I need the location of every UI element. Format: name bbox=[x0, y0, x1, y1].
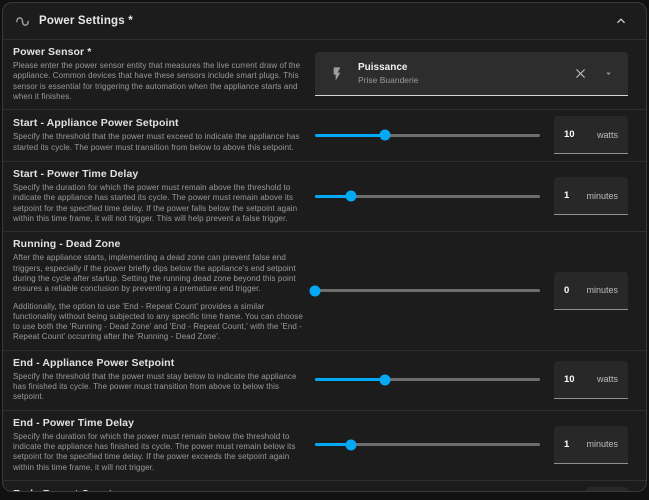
start-power-setpoint-slider[interactable] bbox=[315, 124, 540, 146]
slider-track[interactable] bbox=[315, 378, 540, 381]
slider-track[interactable] bbox=[315, 134, 540, 137]
section-title: Start - Appliance Power Setpoint bbox=[13, 117, 303, 129]
end-time-delay-slider[interactable] bbox=[315, 434, 540, 456]
slider-fill bbox=[315, 134, 385, 137]
section-title: Power Sensor * bbox=[13, 46, 303, 58]
close-icon[interactable] bbox=[572, 65, 589, 82]
slider-thumb[interactable] bbox=[379, 130, 390, 141]
sine-wave-icon bbox=[15, 14, 30, 29]
start-time-delay-slider[interactable] bbox=[315, 185, 540, 207]
slider-thumb[interactable] bbox=[346, 439, 357, 450]
slider-thumb[interactable] bbox=[346, 191, 357, 202]
section-description: Specify the duration for which the power… bbox=[13, 432, 303, 473]
section-end-power-setpoint: End - Appliance Power Setpoint Specify t… bbox=[3, 350, 646, 410]
section-description: Specify the threshold that the power mus… bbox=[13, 132, 303, 153]
value-number: 10 bbox=[564, 129, 575, 140]
running-dead-zone-slider[interactable] bbox=[315, 280, 540, 302]
end-power-setpoint-input[interactable]: 10 watts bbox=[554, 361, 628, 399]
value-number: 0 bbox=[564, 285, 569, 296]
start-time-delay-input[interactable]: 1 minutes bbox=[554, 177, 628, 215]
slider-track[interactable] bbox=[315, 289, 540, 292]
flash-icon bbox=[329, 66, 345, 82]
power-settings-panel: Power Settings * Power Sensor * Please e… bbox=[2, 2, 647, 492]
section-title: End - Repeat Count bbox=[13, 488, 303, 492]
start-power-setpoint-input[interactable]: 10 watts bbox=[554, 116, 628, 154]
section-start-time-delay: Start - Power Time Delay Specify the dur… bbox=[3, 161, 646, 231]
section-title: Running - Dead Zone bbox=[13, 238, 303, 250]
section-description: Specify the duration for which the power… bbox=[13, 183, 303, 224]
section-running-dead-zone: Running - Dead Zone After the appliance … bbox=[3, 231, 646, 349]
value-number: 1 bbox=[564, 190, 569, 201]
section-power-sensor: Power Sensor * Please enter the power se… bbox=[3, 39, 646, 109]
entity-name: Puissance bbox=[358, 62, 418, 73]
value-unit: watts bbox=[597, 374, 618, 384]
expansion-panel-header[interactable]: Power Settings * bbox=[3, 3, 646, 39]
end-repeat-count-input[interactable]: 1 bbox=[586, 487, 628, 492]
running-dead-zone-input[interactable]: 0 minutes bbox=[554, 272, 628, 310]
section-end-time-delay: End - Power Time Delay Specify the durat… bbox=[3, 410, 646, 480]
end-power-setpoint-slider[interactable] bbox=[315, 369, 540, 391]
power-sensor-entity-picker[interactable]: Puissance Prise Buanderie bbox=[315, 52, 628, 96]
section-title: End - Power Time Delay bbox=[13, 417, 303, 429]
value-unit: watts bbox=[597, 130, 618, 140]
section-start-power-setpoint: Start - Appliance Power Setpoint Specify… bbox=[3, 109, 646, 161]
value-number: 1 bbox=[564, 439, 569, 450]
value-unit: minutes bbox=[586, 439, 618, 449]
value-number: 10 bbox=[564, 374, 575, 385]
slider-fill bbox=[315, 378, 385, 381]
entity-secondary: Prise Buanderie bbox=[358, 75, 418, 85]
section-title: End - Appliance Power Setpoint bbox=[13, 357, 303, 369]
section-end-repeat-count: End - Repeat Count The number of times t… bbox=[3, 480, 646, 492]
end-time-delay-input[interactable]: 1 minutes bbox=[554, 426, 628, 464]
caret-down-icon[interactable] bbox=[601, 66, 616, 81]
section-title: Start - Power Time Delay bbox=[13, 168, 303, 180]
slider-thumb[interactable] bbox=[379, 374, 390, 385]
value-unit: minutes bbox=[586, 191, 618, 201]
value-unit: minutes bbox=[586, 285, 618, 295]
panel-title: Power Settings * bbox=[39, 15, 133, 27]
section-description: Please enter the power sensor entity tha… bbox=[13, 61, 303, 102]
slider-thumb[interactable] bbox=[310, 285, 321, 296]
section-description: Specify the threshold that the power mus… bbox=[13, 372, 303, 403]
section-description: After the appliance starts, implementing… bbox=[13, 253, 303, 294]
section-description-2: Additionally, the option to use 'End - R… bbox=[13, 302, 303, 343]
chevron-up-icon[interactable] bbox=[612, 12, 630, 30]
